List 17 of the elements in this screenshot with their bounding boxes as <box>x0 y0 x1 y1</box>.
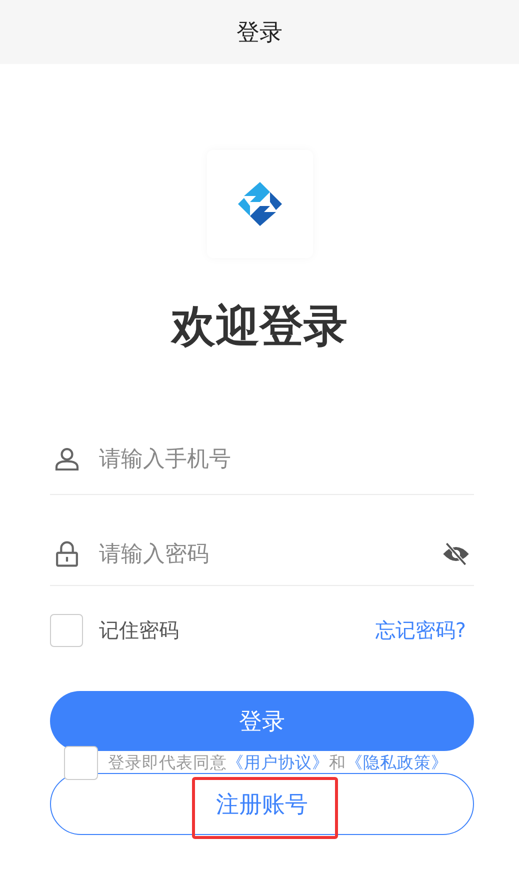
agreement-text: 登录即代表同意《用户协议》和《隐私政策》 <box>108 752 448 774</box>
user-agreement-link[interactable]: 《用户协议》 <box>227 753 329 772</box>
agreement-checkbox[interactable] <box>64 746 98 780</box>
welcome-heading: 欢迎登录 <box>170 300 348 354</box>
eye-hidden-icon[interactable] <box>442 540 470 568</box>
privacy-policy-link[interactable]: 《隐私政策》 <box>346 753 448 772</box>
lock-icon <box>53 540 81 568</box>
register-button[interactable]: 注册账号 <box>50 773 474 835</box>
page-title: 登录 <box>236 18 282 48</box>
logo-icon <box>236 180 284 228</box>
remember-label: 记住密码 <box>99 617 179 644</box>
input-field[interactable]: 请输入手机号 <box>99 446 474 472</box>
forgot-password-link[interactable]: 忘记密码? <box>375 617 466 644</box>
input-field[interactable]: 请输入密码 <box>99 542 442 566</box>
person-icon <box>53 445 81 473</box>
remember-checkbox[interactable] <box>50 614 83 647</box>
login-button[interactable]: 登录 <box>50 691 474 751</box>
